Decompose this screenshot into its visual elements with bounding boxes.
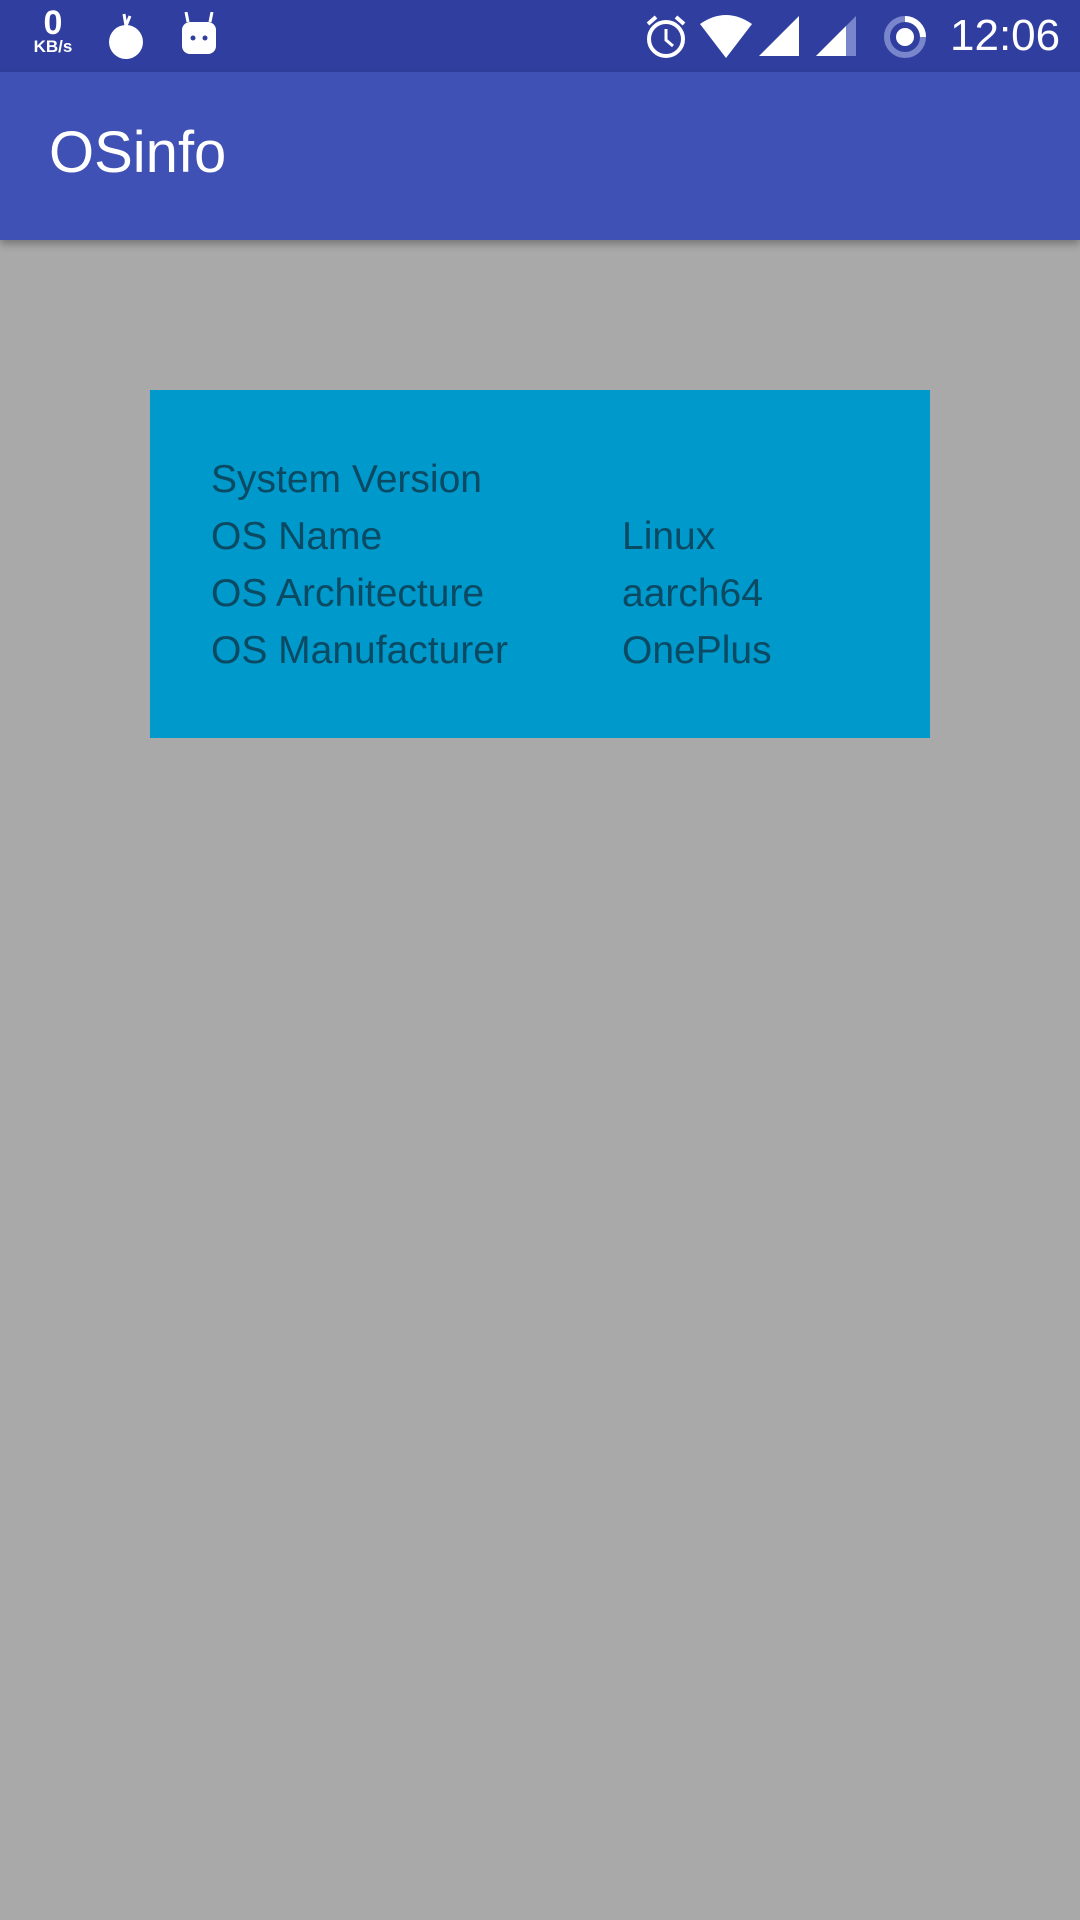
network-speed-value: 0 [43, 4, 63, 42]
battery-ring-icon [884, 16, 926, 58]
network-speed-unit: KB/s [33, 37, 73, 56]
value-os-architecture: aarch64 [622, 572, 763, 615]
wifi-icon [700, 15, 752, 58]
value-os-manufacturer: OnePlus [622, 629, 772, 672]
signal-icon-2 [816, 16, 856, 56]
label-os-manufacturer: OS Manufacturer [211, 629, 508, 672]
app-bar: OSinfo [0, 72, 1080, 240]
label-os-name: OS Name [211, 515, 383, 558]
network-speed: 0 KB/s [26, 4, 80, 56]
value-os-name: Linux [622, 515, 716, 558]
label-system-version: System Version [211, 458, 482, 501]
android-icon [182, 12, 216, 54]
label-os-architecture: OS Architecture [211, 572, 485, 615]
data-saver-icon [109, 13, 143, 59]
clock: 12:06 [950, 11, 1061, 60]
alarm-icon [646, 15, 686, 58]
signal-icon [759, 16, 799, 56]
status-bar: 0 KB/s 12:06 [0, 0, 1080, 72]
os-info-card: System Version OS Name Linux OS Architec… [150, 390, 930, 738]
app-title: OSinfo [49, 120, 227, 185]
